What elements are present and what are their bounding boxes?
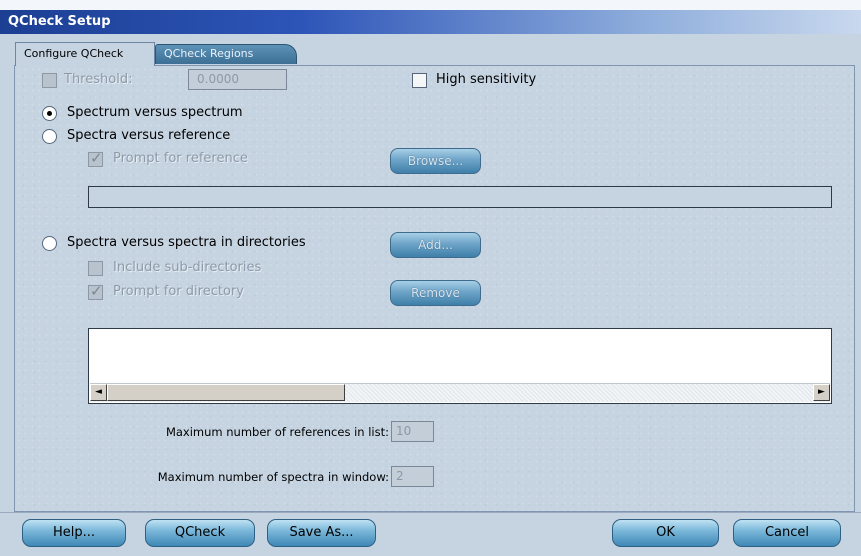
include-subdirectories-checkbox[interactable]: [88, 261, 103, 276]
horizontal-scrollbar[interactable]: ◄ ►: [90, 383, 830, 402]
checkmark-icon: ✓: [90, 149, 103, 167]
threshold-label: Threshold:: [64, 72, 133, 87]
radio-selected-dot: [47, 111, 52, 116]
add-button[interactable]: Add...: [390, 232, 481, 258]
max-references-input[interactable]: 10: [391, 421, 434, 442]
radio-spectra-vs-reference[interactable]: [42, 129, 57, 144]
threshold-input[interactable]: 0.0000: [188, 69, 287, 90]
remove-button[interactable]: Remove: [390, 280, 481, 306]
high-sensitivity-label: High sensitivity: [436, 72, 537, 87]
footer-bar: [0, 512, 861, 556]
browse-button[interactable]: Browse...: [390, 148, 481, 174]
tab-qcheck-regions[interactable]: QCheck Regions: [155, 44, 297, 64]
save-as-button[interactable]: Save As...: [267, 519, 376, 547]
qcheck-setup-window: QCheck Setup Configure QCheck QCheck Reg…: [0, 0, 861, 556]
reference-path-field[interactable]: [88, 186, 832, 208]
max-spectra-input[interactable]: 2: [391, 466, 434, 487]
prompt-for-reference-label: Prompt for reference: [113, 151, 248, 166]
max-references-label: Maximum number of references in list:: [165, 425, 389, 439]
radio-spectrum-vs-spectrum-label: Spectrum versus spectrum: [67, 105, 243, 120]
qcheck-button[interactable]: QCheck: [145, 519, 255, 547]
scroll-right-icon[interactable]: ►: [813, 384, 830, 401]
window-title: QCheck Setup: [8, 14, 111, 29]
threshold-checkbox[interactable]: [42, 73, 57, 88]
prompt-for-directory-label: Prompt for directory: [113, 284, 244, 299]
radio-spectrum-vs-spectrum[interactable]: [42, 106, 57, 121]
checkmark-icon: ✓: [90, 282, 103, 300]
radio-spectra-vs-reference-label: Spectra versus reference: [67, 128, 231, 143]
prompt-for-reference-checkbox[interactable]: ✓: [88, 149, 103, 167]
high-sensitivity-checkbox[interactable]: [412, 73, 427, 88]
help-button[interactable]: Help...: [22, 519, 126, 547]
ok-button[interactable]: OK: [612, 519, 719, 547]
tab-qcheck-regions-label: QCheck Regions: [164, 47, 254, 60]
max-spectra-label: Maximum number of spectra in window:: [157, 470, 389, 484]
radio-spectra-in-directories-label: Spectra versus spectra in directories: [67, 235, 306, 250]
radio-spectra-in-directories[interactable]: [42, 236, 57, 251]
directory-list[interactable]: ◄ ►: [88, 328, 832, 404]
cancel-button[interactable]: Cancel: [733, 519, 841, 547]
scroll-left-icon[interactable]: ◄: [90, 384, 107, 401]
window-top-edge: [0, 0, 861, 10]
title-bar[interactable]: QCheck Setup: [0, 10, 861, 34]
tab-configure-qcheck[interactable]: Configure QCheck: [15, 42, 155, 66]
prompt-for-directory-checkbox[interactable]: ✓: [88, 282, 103, 300]
tab-configure-qcheck-label: Configure QCheck: [24, 47, 124, 60]
include-subdirectories-label: Include sub-directories: [113, 260, 262, 275]
scroll-thumb[interactable]: [107, 384, 345, 401]
